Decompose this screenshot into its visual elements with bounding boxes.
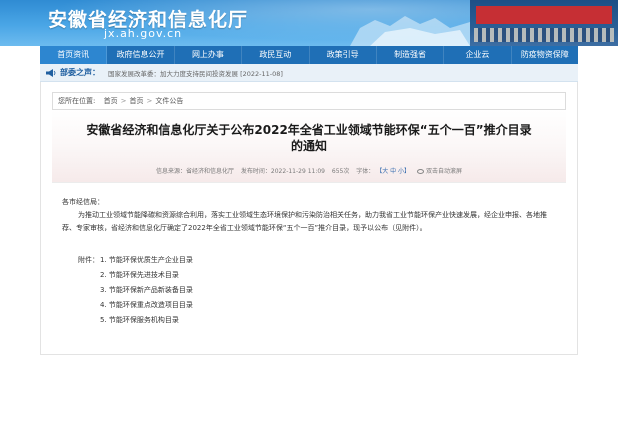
nav-item-online-service[interactable]: 网上办事 — [175, 46, 243, 64]
main-nav: 首页资讯 政府信息公开 网上办事 政民互动 政策引导 制造强省 企业云 防疫物资… — [40, 46, 578, 64]
attachment-link-2[interactable]: 2. 节能环保先进技术目录 — [100, 271, 179, 279]
notice-label: 部委之声： — [60, 68, 100, 77]
breadcrumb-home[interactable]: 首页 — [104, 96, 118, 106]
attachment-item: 4. 节能环保重点改造项目目录 — [100, 300, 193, 310]
font-size-switch[interactable]: 【大 中 小】 — [376, 168, 410, 175]
nav-item-interaction[interactable]: 政民互动 — [242, 46, 310, 64]
divider — [52, 182, 566, 183]
panel-bottom-edge — [40, 354, 578, 355]
article-title: 安徽省经济和信息化厅关于公布2022年全省工业领域节能环保“五个一百”推介目录 … — [86, 123, 532, 153]
attachments-label: 附件： — [78, 256, 99, 264]
breadcrumb: 您所在位置: 首页 > 首页 > 文件公告 — [52, 92, 566, 110]
meta-font-label: 字体： — [356, 168, 375, 175]
eye-icon — [416, 169, 424, 174]
body-paragraph: 为推动工业领域节能降碳和资源综合利用，落实工业领域生态环境保护和污染防治相关任务… — [62, 211, 547, 232]
nav-item-home[interactable]: 首页资讯 — [40, 46, 108, 64]
auto-scroll-toggle[interactable]: 双击自动滚屏 — [426, 168, 462, 175]
breadcrumb-separator: > — [120, 97, 127, 105]
attachment-link-3[interactable]: 3. 节能环保新产品新装备目录 — [100, 286, 193, 294]
meeting-photo — [470, 0, 618, 46]
nav-item-info-disclosure[interactable]: 政府信息公开 — [107, 46, 175, 64]
attachment-item: 附件：1. 节能环保优质生产企业目录 — [78, 255, 193, 265]
breadcrumb-file-notices[interactable]: 文件公告 — [155, 96, 183, 106]
page: 安徽省经济和信息化厅 jx.ah.gov.cn 首页资讯 政府信息公开 网上办事… — [0, 0, 618, 430]
attachment-link-1[interactable]: 1. 节能环保优质生产企业目录 — [100, 256, 193, 264]
breadcrumb-separator: > — [146, 97, 153, 105]
nav-item-enterprise-cloud[interactable]: 企业云 — [444, 46, 512, 64]
meta-views: 655次 — [331, 168, 350, 175]
notice-link[interactable]: 国家发展改革委：加大力度支持民间投资发展 [2022-11-08] — [108, 68, 283, 78]
attachment-link-5[interactable]: 5. 节能环保服务机构目录 — [100, 316, 179, 324]
breadcrumb-prefix: 您所在位置: — [58, 97, 96, 105]
attachment-item: 5. 节能环保服务机构目录 — [100, 315, 179, 325]
nav-item-policy[interactable]: 政策引导 — [310, 46, 377, 64]
building-skyline-graphic — [350, 16, 470, 46]
attachment-link-4[interactable]: 4. 节能环保重点改造项目目录 — [100, 301, 193, 309]
meta-source: 信息来源：省经济和信息化厅 — [155, 168, 234, 175]
site-domain: jx.ah.gov.cn — [104, 27, 183, 40]
meta-published: 发布时间：2022-11-29 11:09 — [240, 168, 325, 175]
attachment-item: 2. 节能环保先进技术目录 — [100, 270, 179, 280]
megaphone-icon — [46, 68, 56, 77]
salutation: 各市经信局： — [62, 198, 104, 206]
nav-item-manufacturing[interactable]: 制造强省 — [377, 46, 445, 64]
attachment-item: 3. 节能环保新产品新装备目录 — [100, 285, 193, 295]
article-meta: 信息来源：省经济和信息化厅 发布时间：2022-11-29 11:09 655次… — [52, 166, 566, 175]
notice-bar: 部委之声： 国家发展改革委：加大力度支持民间投资发展 [2022-11-08] — [40, 64, 578, 82]
site-header: 安徽省经济和信息化厅 jx.ah.gov.cn — [0, 0, 618, 46]
breadcrumb-home-2[interactable]: 首页 — [129, 96, 143, 106]
nav-item-epidemic-supplies[interactable]: 防疫物资保障 — [512, 46, 578, 64]
article-body: 各市经信局： 为推动工业领域节能降碳和资源综合利用，落实工业领域生态环境保护和污… — [62, 196, 557, 235]
